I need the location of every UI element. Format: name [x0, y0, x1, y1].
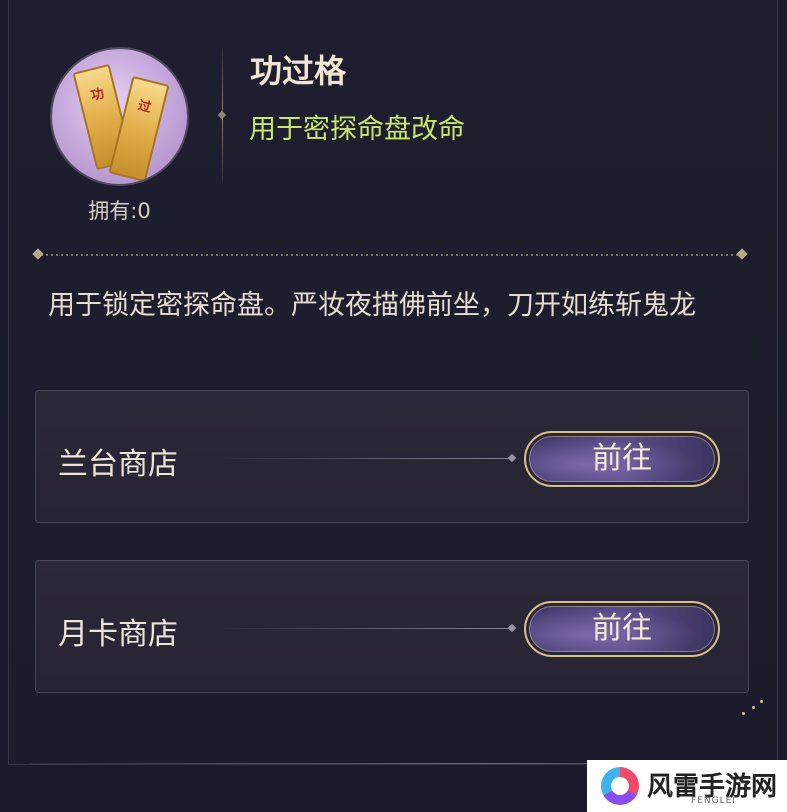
section-divider [32, 248, 748, 260]
fenglei-logo-icon [601, 767, 639, 805]
sparkle-decoration [752, 706, 755, 709]
owned-count: 拥有:0 [88, 199, 151, 223]
shop-row-monthly-card: 月卡商店 前往 [35, 560, 749, 693]
item-description: 用于锁定密探命盘。严妆夜描佛前坐，刀开如练斩鬼龙 [48, 290, 696, 321]
shop-name: 月卡商店 [58, 617, 178, 652]
talisman-icon: 功 过 [52, 49, 187, 184]
shop-connector-line [216, 458, 512, 459]
watermark-subtext: FENGLEI [691, 796, 736, 806]
shop-name: 兰台商店 [58, 447, 178, 482]
go-button-monthly-card[interactable]: 前往 [524, 601, 720, 657]
vertical-divider [222, 48, 223, 183]
shop-connector-line [216, 628, 512, 629]
watermark-badge: 风雷手游网 FENGLEI [587, 760, 787, 812]
go-button-lantai[interactable]: 前往 [524, 431, 720, 487]
item-title: 功过格 [250, 52, 347, 90]
talisman-char-2: 过 [136, 98, 153, 117]
talisman-char-1: 功 [89, 86, 106, 105]
shop-row-lantai: 兰台商店 前往 [35, 390, 749, 523]
sparkle-decoration [742, 712, 745, 715]
sparkle-decoration [760, 700, 763, 703]
item-subtitle: 用于密探命盘改命 [249, 114, 465, 145]
